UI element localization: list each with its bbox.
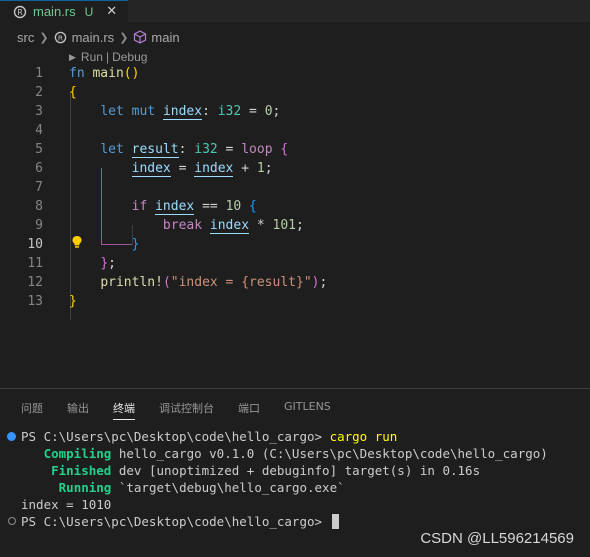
code-line-active: 10 }: [0, 235, 590, 254]
command-success-dot-icon[interactable]: [7, 432, 16, 441]
terminal-output: index = 1010: [21, 497, 112, 512]
tab-gitlens[interactable]: GITLENS: [284, 400, 331, 413]
code-line: 13}: [0, 292, 590, 311]
close-icon[interactable]: ✕: [106, 4, 117, 19]
code-line: 12 println!("index = {result}");: [0, 273, 590, 292]
line-number: 2: [35, 85, 43, 100]
line-number: 5: [35, 142, 43, 157]
panel-divider: [0, 388, 590, 389]
line-number: 8: [35, 199, 43, 214]
code-line: 1 fn main(): [0, 64, 590, 83]
line-number: 9: [35, 218, 43, 233]
breadcrumb-symbol[interactable]: main: [151, 30, 179, 45]
play-icon: ▶: [69, 51, 76, 62]
terminal-line: Finished dev [unoptimized + debuginfo] t…: [51, 463, 481, 478]
rust-file-icon: R: [13, 5, 27, 18]
line-number: 7: [35, 180, 43, 195]
breadcrumb-folder[interactable]: src: [17, 30, 34, 45]
code-line: 2{: [0, 83, 590, 102]
lightbulb-icon[interactable]: [71, 235, 83, 249]
line-number: 1: [35, 66, 43, 81]
watermark: CSDN @LL596214569: [420, 530, 574, 547]
terminal-line: Running `target\debug\hello_cargo.exe`: [58, 480, 345, 495]
code-line: 3 let mut index: i32 = 0;: [0, 102, 590, 121]
line-number: 11: [27, 256, 43, 271]
codelens-separator: |: [105, 50, 110, 64]
svg-text:R: R: [57, 33, 62, 42]
panel-tabs: 问题 输出 终端 调试控制台 端口 GITLENS: [0, 396, 590, 420]
terminal-line: PS C:\Users\pc\Desktop\code\hello_cargo>…: [21, 429, 398, 444]
tab-ports[interactable]: 端口: [238, 400, 260, 416]
code-line: 9 break index * 101;: [0, 216, 590, 235]
chevron-right-icon: ❯: [119, 31, 129, 44]
tab-terminal[interactable]: 终端: [113, 400, 135, 420]
breadcrumb: src ❯ R main.rs ❯ main: [0, 27, 590, 47]
code-line: 4: [0, 121, 590, 140]
code-editor[interactable]: 1 fn main() 2{ 3 let mut index: i32 = 0; …: [0, 64, 590, 320]
code-line: 7: [0, 178, 590, 197]
code-line: 8 if index == 10 {: [0, 197, 590, 216]
line-number: 6: [35, 161, 43, 176]
line-number: 13: [27, 294, 43, 309]
code-line: 5 let result: i32 = loop {: [0, 140, 590, 159]
svg-text:R: R: [17, 8, 23, 17]
tab-debug-console[interactable]: 调试控制台: [159, 400, 214, 416]
codelens-debug[interactable]: Debug: [112, 50, 147, 64]
symbol-method-icon: [134, 30, 147, 44]
tab-problems[interactable]: 问题: [21, 400, 43, 416]
terminal-cursor: [331, 514, 339, 529]
line-number: 10: [27, 237, 43, 252]
rust-file-icon: R: [54, 31, 66, 43]
tab-filename: main.rs: [33, 4, 76, 19]
line-number: 12: [27, 275, 43, 290]
line-number: 4: [35, 123, 43, 138]
terminal-line: PS C:\Users\pc\Desktop\code\hello_cargo>: [21, 513, 339, 530]
command-pending-dot-icon[interactable]: [8, 517, 16, 525]
breadcrumb-file[interactable]: main.rs: [72, 30, 115, 45]
tab-main-rs[interactable]: R main.rs U ✕: [0, 0, 128, 22]
tab-output[interactable]: 输出: [67, 400, 89, 416]
chevron-right-icon: ❯: [39, 31, 49, 44]
code-line: 11 };: [0, 254, 590, 273]
codelens-run[interactable]: Run: [81, 50, 103, 64]
tab-untracked-badge: U: [84, 4, 94, 19]
line-number: 3: [35, 104, 43, 119]
terminal-line: Compiling hello_cargo v0.1.0 (C:\Users\p…: [43, 446, 548, 461]
code-line: 6 index = index + 1;: [0, 159, 590, 178]
tab-bar: R main.rs U ✕: [0, 0, 590, 22]
